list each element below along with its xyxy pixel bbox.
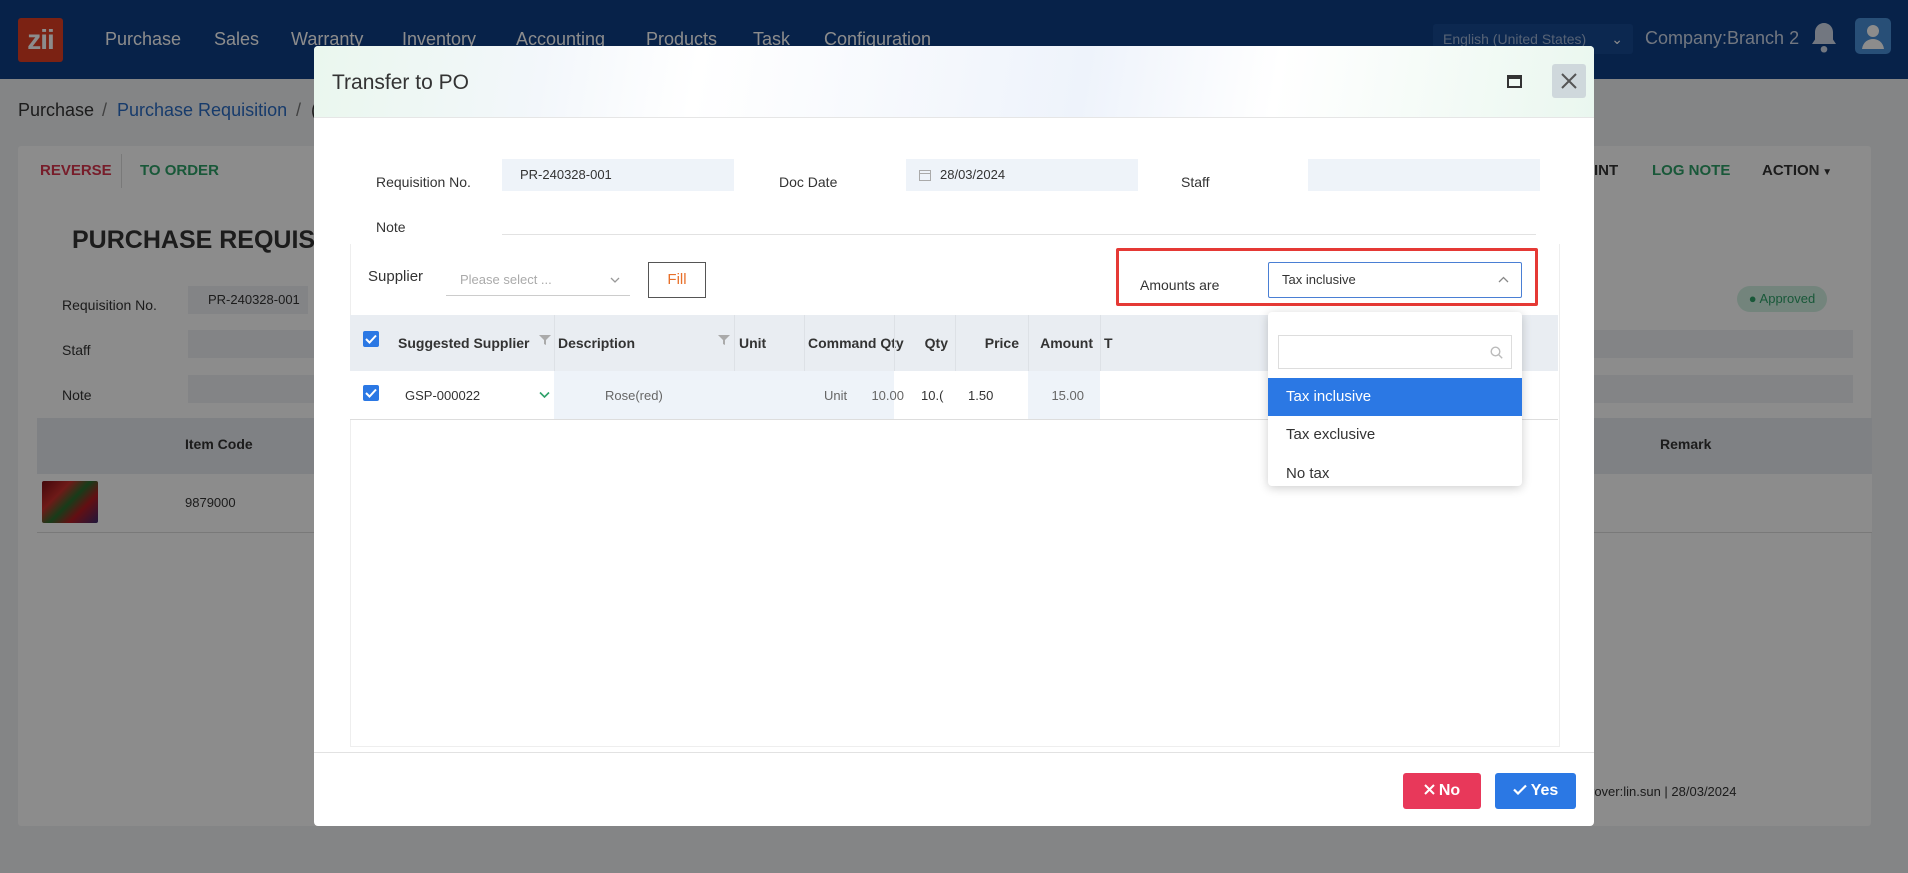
option-no-tax[interactable]: No tax [1268, 455, 1522, 493]
chevron-up-icon [1498, 276, 1509, 283]
amounts-select[interactable]: Tax inclusive [1268, 262, 1522, 298]
supplier-label: Supplier [368, 268, 424, 285]
check-icon [365, 388, 377, 398]
staff-field[interactable] [1308, 159, 1540, 191]
col-unit[interactable]: Unit [739, 335, 766, 351]
maximize-icon[interactable] [1507, 75, 1522, 88]
filter-icon[interactable] [539, 334, 551, 346]
note-label: Note [376, 219, 406, 235]
col-qty[interactable]: Qty [918, 335, 948, 351]
doc-date-label: Doc Date [779, 174, 838, 190]
note-field[interactable] [502, 234, 1536, 235]
calendar-icon [919, 170, 931, 181]
fill-button[interactable]: Fill [648, 262, 706, 298]
doc-date-field[interactable]: 28/03/2024 [906, 159, 1138, 191]
yes-label: Yes [1530, 782, 1559, 799]
column-divider [734, 315, 735, 371]
doc-date-value: 28/03/2024 [940, 167, 1006, 182]
unit-cell [734, 371, 804, 419]
col-suggested-supplier[interactable]: Suggested Supplier [398, 335, 529, 351]
supplier-select[interactable]: Please select ... [446, 264, 630, 296]
column-divider [1028, 315, 1029, 371]
modal-title: Transfer to PO [332, 71, 469, 94]
requisition-label: Requisition No. [376, 174, 471, 190]
requisition-field[interactable]: PR-240328-001 [502, 159, 734, 191]
row-amount: 15.00 [1051, 388, 1084, 403]
check-icon [1512, 784, 1527, 796]
footer-divider [314, 752, 1594, 753]
col-amount[interactable]: Amount [1037, 335, 1093, 351]
close-icon [1561, 73, 1577, 89]
select-all-checkbox[interactable] [363, 331, 379, 347]
chevron-down-icon [610, 277, 620, 283]
supplier-placeholder: Please select ... [460, 272, 552, 287]
filter-icon[interactable] [718, 334, 730, 346]
col-command-qty[interactable]: Command Qty [808, 335, 904, 351]
row-price-input[interactable]: 1.50 [968, 388, 993, 403]
no-label: No [1438, 782, 1461, 799]
column-divider [804, 315, 805, 371]
column-divider [955, 315, 956, 371]
option-tax-inclusive[interactable]: Tax inclusive [1268, 378, 1522, 416]
close-button[interactable] [1552, 64, 1586, 98]
yes-button[interactable]: Yes [1495, 773, 1576, 809]
no-button[interactable]: No [1403, 773, 1481, 809]
row-checkbox[interactable] [363, 385, 379, 401]
row-description: Rose(red) [605, 388, 663, 403]
col-tax-partial[interactable]: T [1104, 335, 1113, 351]
staff-label: Staff [1181, 174, 1210, 190]
transfer-to-po-modal: Transfer to PO Requisition No. PR-240328… [314, 46, 1594, 826]
col-price[interactable]: Price [977, 335, 1019, 351]
row-command-qty: 10.00 [871, 388, 904, 403]
chevron-down-icon[interactable] [539, 391, 550, 399]
row-supplier-select[interactable]: GSP-000022 [405, 388, 480, 403]
search-icon [1490, 346, 1503, 359]
modal-header: Transfer to PO [314, 46, 1594, 118]
dropdown-search-input[interactable] [1278, 335, 1512, 369]
amounts-label: Amounts are [1140, 277, 1220, 293]
column-divider [1100, 315, 1101, 371]
option-tax-exclusive[interactable]: Tax exclusive [1268, 416, 1522, 454]
row-qty-input[interactable]: 10.( [921, 388, 943, 403]
amounts-value: Tax inclusive [1282, 272, 1356, 287]
column-divider [894, 315, 895, 371]
x-icon [1424, 784, 1435, 795]
check-icon [365, 334, 377, 344]
amounts-dropdown: Tax inclusive Tax exclusive No tax [1268, 312, 1522, 486]
col-description[interactable]: Description [558, 335, 635, 351]
